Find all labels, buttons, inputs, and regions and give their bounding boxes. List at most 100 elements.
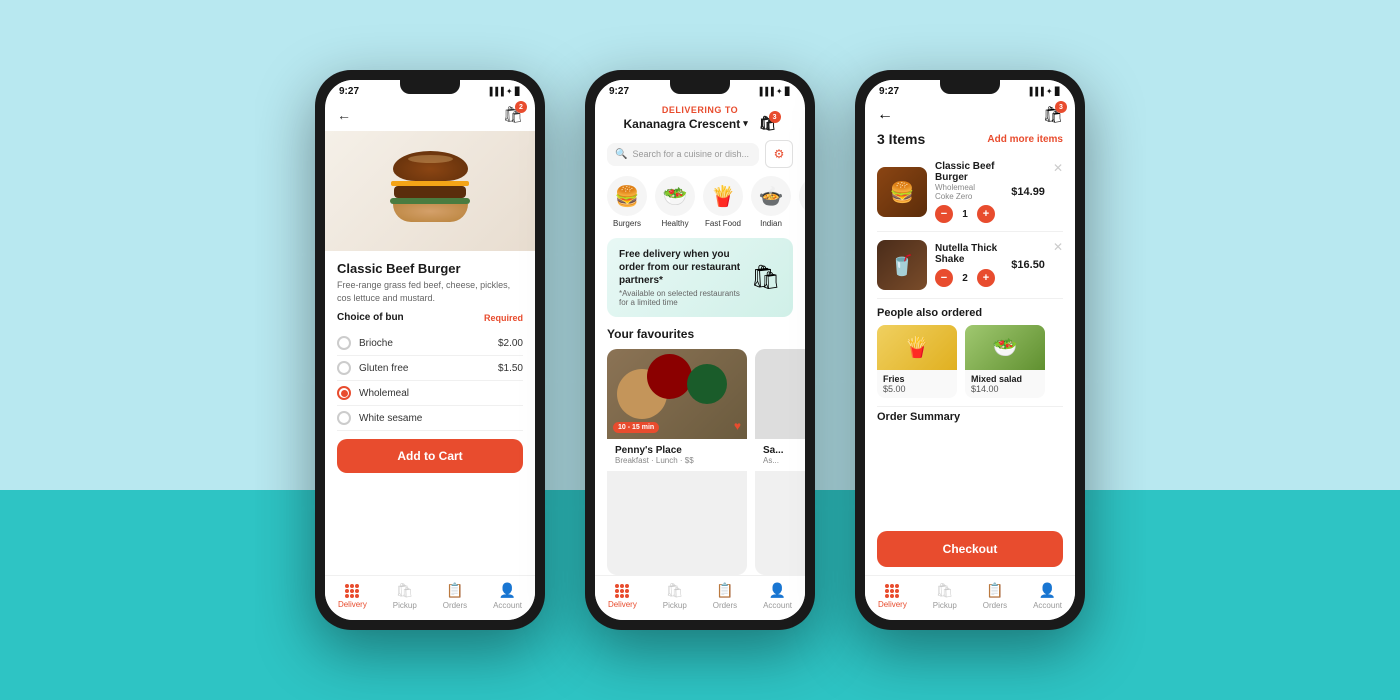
burger-thumb: 🍔 bbox=[877, 167, 927, 217]
nav-label-orders-1: Orders bbox=[443, 601, 467, 610]
restaurant-second[interactable]: Sa... As... bbox=[755, 349, 805, 575]
category-healthy[interactable]: 🥗 Healthy bbox=[655, 176, 695, 228]
burger-qty-minus[interactable]: − bbox=[935, 205, 953, 223]
favourites-title: Your favourites bbox=[595, 327, 805, 349]
time-1: 9:27 bbox=[339, 86, 359, 97]
back-button-3[interactable]: ← bbox=[877, 106, 893, 124]
promo-icon: 🛍 bbox=[751, 263, 781, 292]
status-icons-1: ▐▐▐ ✦ ▊ bbox=[487, 87, 521, 96]
status-icons-2: ▐▐▐ ✦ ▊ bbox=[757, 87, 791, 96]
category-indian[interactable]: 🍲 Indian bbox=[751, 176, 791, 228]
phone-2: 9:27 ▐▐▐ ✦ ▊ DELIVERING TO Kananagra Cre… bbox=[585, 70, 815, 630]
p3-header: ← 🛍 3 bbox=[865, 99, 1075, 131]
shake-name: Nutella Thick Shake bbox=[935, 243, 1003, 265]
bottom-nav-1: Delivery 🛍 Pickup 📋 Orders 👤 Account bbox=[325, 575, 535, 620]
shake-remove-icon[interactable]: ✕ bbox=[1053, 240, 1063, 254]
checkout-button[interactable]: Checkout bbox=[877, 531, 1063, 567]
pickup-icon-3: 🛍 bbox=[936, 582, 954, 599]
add-to-cart-button[interactable]: Add to Cart bbox=[337, 439, 523, 473]
required-label: Required bbox=[484, 313, 523, 323]
burger-remove-icon[interactable]: ✕ bbox=[1053, 161, 1063, 175]
indian-icon: 🍲 bbox=[751, 176, 791, 216]
people-also-title: People also ordered bbox=[877, 299, 1063, 325]
cart-icon-2[interactable]: 🛍3 bbox=[759, 115, 777, 132]
nav-pickup-3[interactable]: 🛍 Pickup bbox=[933, 582, 957, 610]
nav-orders-1[interactable]: 📋 Orders bbox=[443, 582, 467, 610]
radio-white-sesame[interactable] bbox=[337, 411, 351, 425]
location-text: Kananagra Crescent bbox=[623, 117, 740, 131]
nav-orders-2[interactable]: 📋 Orders bbox=[713, 582, 737, 610]
orders-icon-3: 📋 bbox=[986, 582, 1003, 599]
pennys-time-badge: 10 - 15 min bbox=[613, 422, 659, 433]
shake-qty-control: − 2 + bbox=[935, 269, 1003, 287]
filter-button[interactable]: ⚙ bbox=[765, 140, 793, 168]
nav-delivery-2[interactable]: Delivery bbox=[608, 584, 637, 609]
categories-row: 🍔 Burgers 🥗 Healthy 🍟 Fast Food 🍲 Indian… bbox=[595, 176, 805, 238]
radio-wholemeal[interactable] bbox=[337, 386, 351, 400]
pennys-image: 10 - 15 min ♥ bbox=[607, 349, 747, 439]
search-row: 🔍 Search for a cuisine or dish... ⚙ bbox=[595, 140, 805, 176]
patty bbox=[394, 186, 466, 198]
bun-bottom bbox=[393, 204, 468, 222]
add-more-button[interactable]: Add more items bbox=[987, 134, 1063, 145]
phone-1: 9:27 ▐▐▐ ✦ ▊ ← 🛍 2 Cl bbox=[315, 70, 545, 630]
cart-icon-3[interactable]: 🛍 3 bbox=[1043, 105, 1063, 125]
location-selector[interactable]: Kananagra Crescent ▾ 🛍3 bbox=[607, 115, 793, 132]
time-2: 9:27 bbox=[609, 86, 629, 97]
nav-label-delivery-3: Delivery bbox=[878, 600, 907, 609]
fast-food-label: Fast Food bbox=[705, 219, 741, 228]
upsell-fries[interactable]: 🍟 Fries $5.00 bbox=[877, 325, 957, 398]
bottom-nav-3: Delivery 🛍 Pickup 📋 Orders 👤 Account bbox=[865, 575, 1075, 620]
nav-label-orders-2: Orders bbox=[713, 601, 737, 610]
option-wholemeal[interactable]: Wholemeal bbox=[337, 381, 523, 406]
nav-label-account-1: Account bbox=[493, 601, 522, 610]
burger-qty-plus[interactable]: + bbox=[977, 205, 995, 223]
nav-delivery-1[interactable]: Delivery bbox=[338, 584, 367, 609]
cart-badge-2: 3 bbox=[769, 111, 781, 123]
healthy-label: Healthy bbox=[661, 219, 688, 228]
radio-brioche[interactable] bbox=[337, 336, 351, 350]
search-box[interactable]: 🔍 Search for a cuisine or dish... bbox=[607, 143, 759, 166]
bottom-nav-2: Delivery 🛍 Pickup 📋 Orders 👤 Account bbox=[595, 575, 805, 620]
orders-icon-2: 📋 bbox=[716, 582, 733, 599]
nav-orders-3[interactable]: 📋 Orders bbox=[983, 582, 1007, 610]
option-name-wholemeal: Wholemeal bbox=[359, 388, 409, 399]
option-name-gluten-free: Gluten free bbox=[359, 363, 408, 374]
delivery-icon-1 bbox=[345, 584, 359, 598]
burger-details: Classic Beef Burger WholemealCoke Zero −… bbox=[935, 161, 1003, 223]
nav-pickup-2[interactable]: 🛍 Pickup bbox=[663, 582, 687, 610]
option-white-sesame[interactable]: White sesame bbox=[337, 406, 523, 431]
shake-details: Nutella Thick Shake − 2 + bbox=[935, 243, 1003, 287]
nav-account-3[interactable]: 👤 Account bbox=[1033, 582, 1062, 610]
account-icon-2: 👤 bbox=[769, 582, 786, 599]
shake-qty-plus[interactable]: + bbox=[977, 269, 995, 287]
category-burgers[interactable]: 🍔 Burgers bbox=[607, 176, 647, 228]
nav-label-account-3: Account bbox=[1033, 601, 1062, 610]
cart-badge-3: 3 bbox=[1055, 101, 1067, 113]
shake-qty-minus[interactable]: − bbox=[935, 269, 953, 287]
nav-label-pickup-1: Pickup bbox=[393, 601, 417, 610]
upsell-salad[interactable]: 🥗 Mixed salad $14.00 bbox=[965, 325, 1045, 398]
nav-account-2[interactable]: 👤 Account bbox=[763, 582, 792, 610]
time-3: 9:27 bbox=[879, 86, 899, 97]
order-summary-title: Order Summary bbox=[877, 406, 1063, 427]
cart-button[interactable]: 🛍 2 bbox=[503, 105, 523, 125]
nav-pickup-1[interactable]: 🛍 Pickup bbox=[393, 582, 417, 610]
p1-header: ← 🛍 2 bbox=[325, 99, 535, 131]
status-icons-3: ▐▐▐ ✦ ▊ bbox=[1027, 87, 1061, 96]
nav-account-1[interactable]: 👤 Account bbox=[493, 582, 522, 610]
category-pizza[interactable]: 🍕 Pizza bbox=[799, 176, 805, 228]
radio-gluten-free[interactable] bbox=[337, 361, 351, 375]
restaurant-pennys[interactable]: 10 - 15 min ♥ Penny's Place Breakfast · … bbox=[607, 349, 747, 575]
burger-qty-num: 1 bbox=[958, 209, 972, 220]
back-button[interactable]: ← bbox=[337, 107, 351, 123]
pennys-heart-icon[interactable]: ♥ bbox=[734, 419, 741, 433]
option-brioche[interactable]: Brioche $2.00 bbox=[337, 331, 523, 356]
category-fast-food[interactable]: 🍟 Fast Food bbox=[703, 176, 743, 228]
option-price-gluten-free: $1.50 bbox=[498, 363, 523, 374]
option-gluten-free[interactable]: Gluten free $1.50 bbox=[337, 356, 523, 381]
pennys-name: Penny's Place bbox=[615, 445, 739, 456]
cart-item-burger: 🍔 Classic Beef Burger WholemealCoke Zero… bbox=[877, 153, 1063, 232]
nav-delivery-3[interactable]: Delivery bbox=[878, 584, 907, 609]
burger-name: Classic Beef Burger bbox=[935, 161, 1003, 183]
